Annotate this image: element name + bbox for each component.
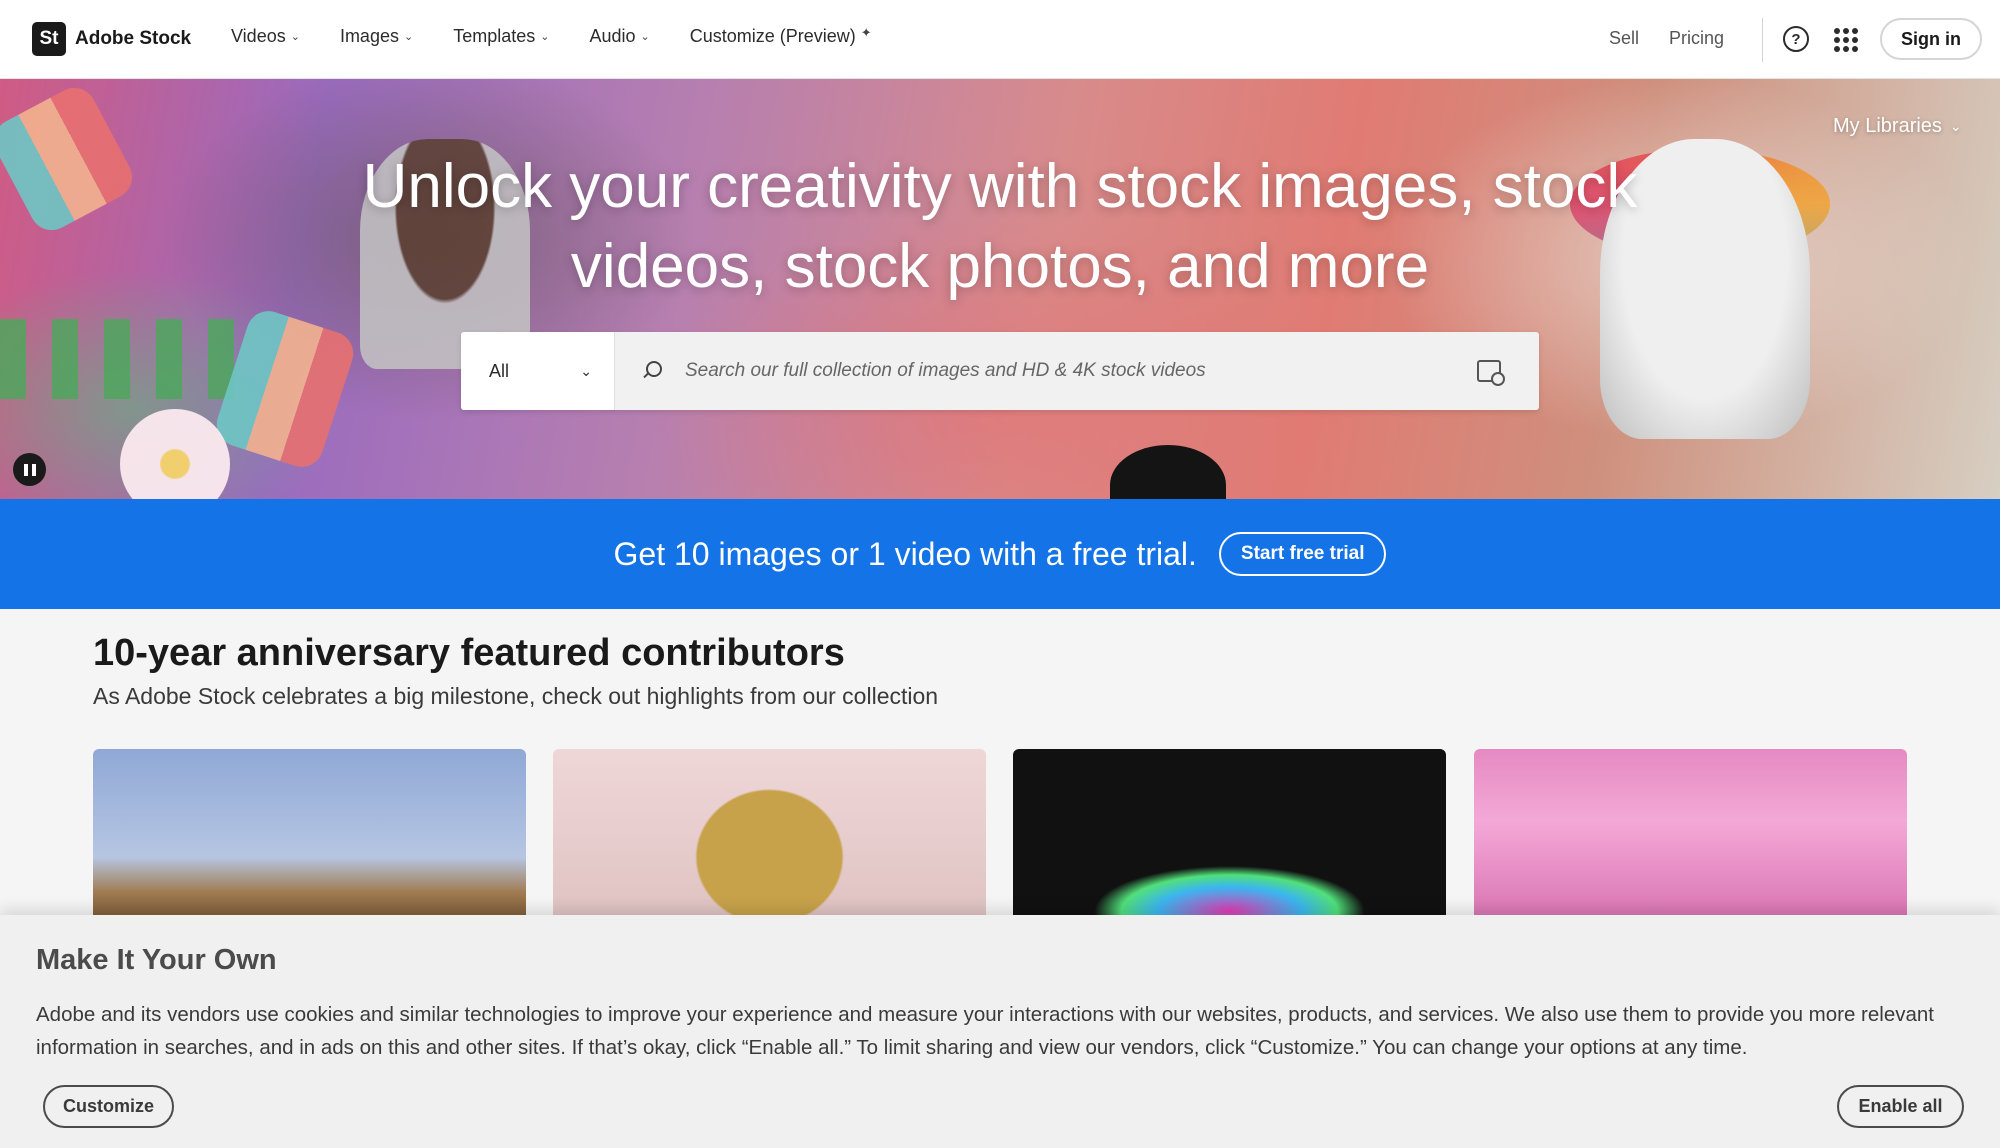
top-nav: St Adobe Stock Videos ⌄ Images ⌄ Templat… [0, 0, 2000, 79]
enable-all-cookies-button[interactable]: Enable all [1837, 1085, 1964, 1128]
free-trial-text: Get 10 images or 1 video with a free tri… [613, 535, 1197, 572]
pause-video-button[interactable] [13, 453, 46, 486]
free-trial-banner: Get 10 images or 1 video with a free tri… [0, 499, 2000, 609]
menu-videos-label: Videos [231, 26, 286, 46]
sell-link[interactable]: Sell [1609, 28, 1639, 49]
featured-card[interactable] [553, 749, 986, 929]
featured-card[interactable] [93, 749, 526, 929]
pricing-link[interactable]: Pricing [1669, 28, 1724, 49]
menu-templates-label: Templates [453, 26, 536, 46]
featured-card[interactable] [1474, 749, 1907, 929]
hero-decor-shape [0, 80, 140, 238]
menu-templates[interactable]: Templates ⌄ [453, 26, 549, 47]
menu-customize-label: Customize (Preview) [689, 26, 856, 46]
chevron-down-icon: ⌄ [640, 31, 650, 43]
hero-decor-flower [120, 409, 230, 499]
visual-search-icon[interactable] [1477, 360, 1505, 386]
menu-videos[interactable]: Videos ⌄ [231, 26, 300, 47]
featured-card[interactable] [1013, 749, 1446, 929]
search-field [615, 332, 1539, 410]
cookie-body: Adobe and its vendors use cookies and si… [36, 1003, 1934, 1059]
sparkle-icon: ✦ [860, 24, 872, 40]
hero-decor-cat [1110, 445, 1226, 499]
main-menu: Videos ⌄ Images ⌄ Templates ⌄ Audio ⌄ Cu… [231, 24, 872, 47]
my-libraries-label: My Libraries [1833, 115, 1942, 137]
featured-subtitle: As Adobe Stock celebrates a big mileston… [93, 683, 939, 709]
chevron-down-icon: ⌄ [580, 362, 592, 379]
menu-audio-label: Audio [589, 26, 636, 46]
nav-divider [1762, 18, 1763, 62]
chevron-down-icon: ⌄ [540, 31, 550, 43]
chevron-down-icon: ⌄ [1949, 118, 1962, 134]
customize-cookies-button[interactable]: Customize [43, 1085, 174, 1128]
apps-grid-icon[interactable] [1834, 28, 1858, 52]
menu-audio[interactable]: Audio ⌄ [589, 26, 649, 47]
my-libraries-button[interactable]: My Libraries ⌄ [1833, 115, 1962, 138]
start-free-trial-button[interactable]: Start free trial [1218, 532, 1387, 576]
featured-title: 10-year anniversary featured contributor… [93, 632, 845, 674]
pause-icon [23, 463, 28, 476]
cookie-title: Make It Your Own [36, 944, 277, 976]
search-input[interactable] [661, 332, 1477, 410]
hero-title: Unlock your creativity with stock images… [362, 152, 1638, 301]
help-icon[interactable]: ? [1783, 26, 1809, 52]
search-bar: All ⌄ [461, 332, 1539, 410]
menu-images-label: Images [339, 26, 399, 46]
sign-in-button[interactable]: Sign in [1880, 18, 1982, 60]
chevron-down-icon: ⌄ [290, 31, 300, 43]
menu-images[interactable]: Images ⌄ [340, 26, 413, 47]
adobe-stock-logo: St [32, 22, 66, 56]
brand-home-link[interactable]: St Adobe Stock [32, 22, 191, 56]
hero-decor-checker [0, 319, 240, 399]
search-type-select[interactable]: All ⌄ [461, 332, 615, 410]
search-icon [641, 361, 662, 381]
brand-name: Adobe Stock [75, 28, 192, 49]
search-type-value: All [489, 360, 510, 381]
chevron-down-icon: ⌄ [403, 31, 414, 43]
cookie-consent-banner: Make It Your Own Adobe and its vendors u… [0, 915, 2000, 1148]
menu-customize-preview[interactable]: Customize (Preview) ✦ [689, 24, 872, 47]
hero-banner: My Libraries ⌄ Unlock your creativity wi… [0, 79, 2000, 499]
